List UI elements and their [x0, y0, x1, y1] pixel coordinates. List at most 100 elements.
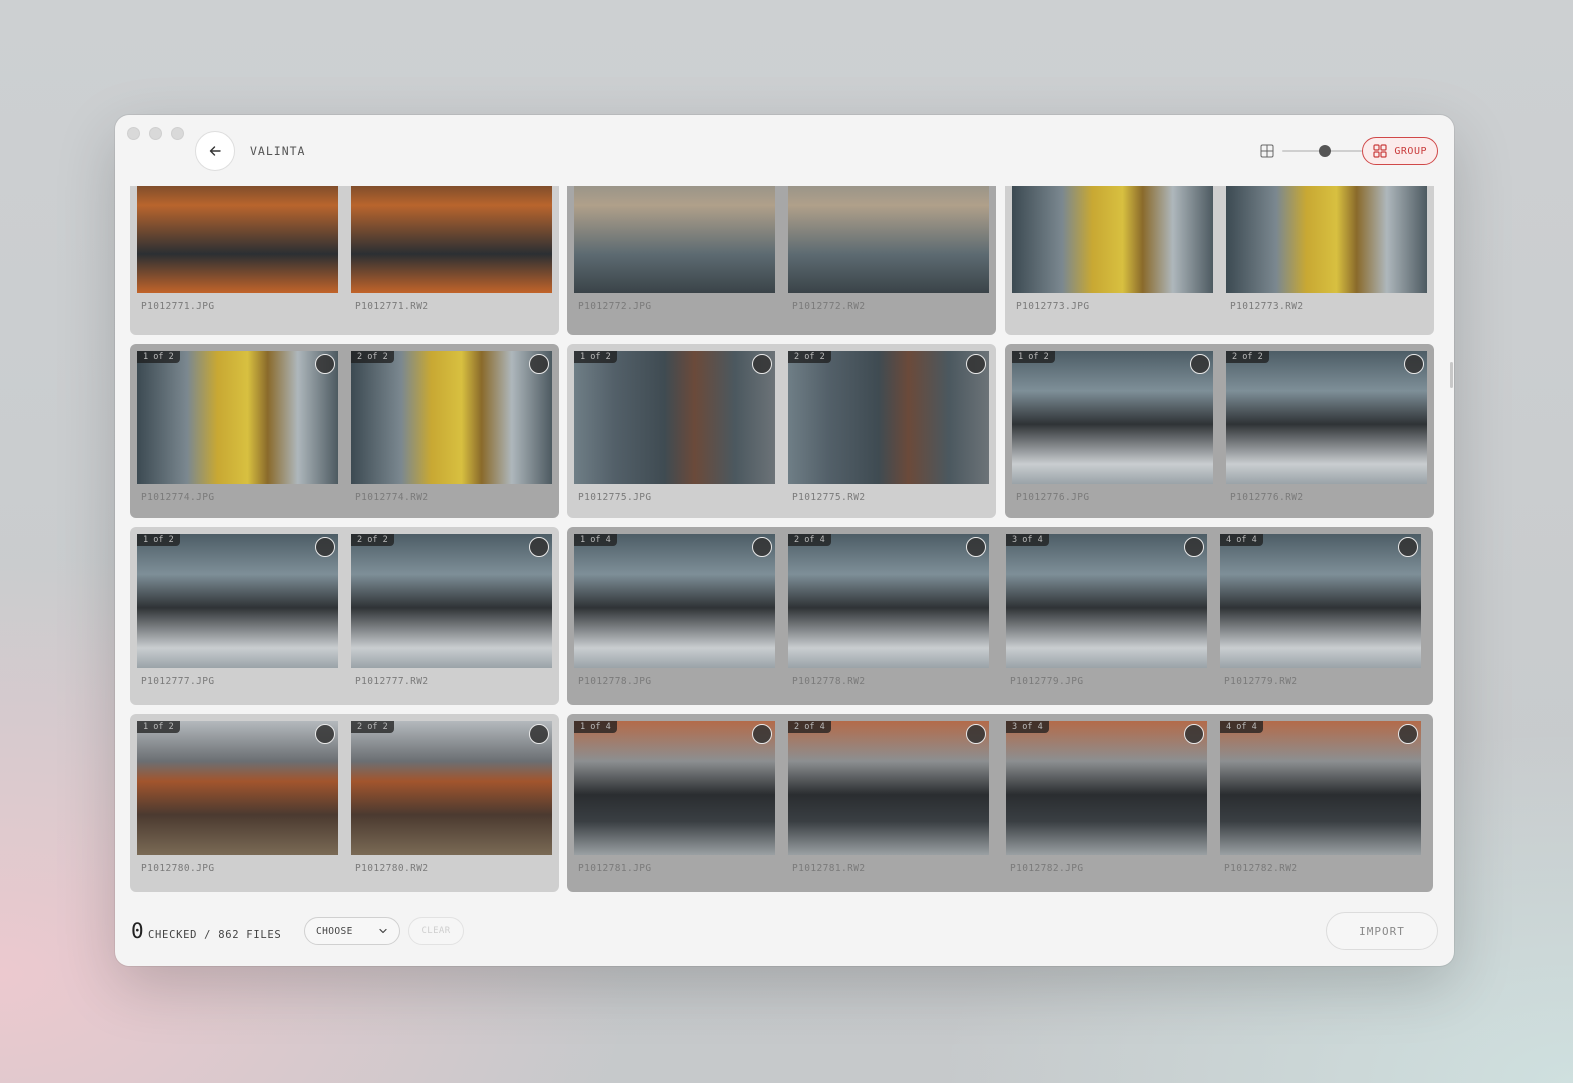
photo-filename: P1012773.JPG	[1016, 301, 1090, 312]
photo-thumbnail[interactable]	[1226, 186, 1427, 293]
photo-thumbnail[interactable]	[788, 186, 989, 293]
photo-thumbnail[interactable]: 1 of 2	[137, 534, 338, 668]
app-window: VALINTA GROUP P1012771.JPG P1012771.RW2 P1…	[115, 115, 1454, 966]
photo-thumbnail[interactable]: 1 of 2	[137, 721, 338, 855]
photo-index-badge: 1 of 2	[1012, 351, 1055, 363]
photo-index-badge: 2 of 2	[1226, 351, 1269, 363]
app-title: VALINTA	[250, 144, 306, 158]
photo-thumbnail[interactable]: 3 of 4	[1006, 534, 1207, 668]
photo-filename: P1012779.RW2	[1224, 676, 1298, 687]
import-button[interactable]: IMPORT	[1326, 912, 1438, 950]
photo-checkbox[interactable]	[752, 537, 772, 557]
close-window-button[interactable]	[127, 127, 140, 140]
photo-index-badge: 2 of 2	[351, 534, 394, 546]
photo-group[interactable]: 1 of 2 P1012775.JPG 2 of 2 P1012775.RW2	[567, 344, 996, 518]
photo-filename: P1012774.JPG	[141, 492, 215, 503]
group-button[interactable]: GROUP	[1362, 137, 1438, 165]
photo-filename: P1012775.RW2	[792, 492, 866, 503]
photo-checkbox[interactable]	[966, 354, 986, 374]
photo-checkbox[interactable]	[529, 724, 549, 744]
photo-thumbnail[interactable]: 2 of 2	[351, 351, 552, 484]
photo-filename: P1012777.RW2	[355, 676, 429, 687]
photo-checkbox[interactable]	[1398, 724, 1418, 744]
photo-thumbnail[interactable]: 2 of 2	[788, 351, 989, 484]
photo-checkbox[interactable]	[966, 537, 986, 557]
photo-group[interactable]: 1 of 2 P1012776.JPG 2 of 2 P1012776.RW2	[1005, 344, 1434, 518]
photo-thumbnail[interactable]	[351, 186, 552, 293]
zoom-slider[interactable]	[1282, 143, 1363, 159]
photo-thumbnail[interactable]: 1 of 2	[137, 351, 338, 484]
photo-checkbox[interactable]	[315, 724, 335, 744]
photo-group[interactable]: P1012771.JPG P1012771.RW2	[130, 186, 559, 335]
photo-filename: P1012780.JPG	[141, 863, 215, 874]
photo-checkbox[interactable]	[315, 537, 335, 557]
photo-index-badge: 4 of 4	[1220, 534, 1263, 546]
group-button-label: GROUP	[1394, 145, 1427, 157]
toolbar: GROUP	[1260, 137, 1438, 165]
photo-index-badge: 3 of 4	[1006, 721, 1049, 733]
photo-group[interactable]: 1 of 2 P1012780.JPG 2 of 2 P1012780.RW2	[130, 714, 559, 892]
photo-thumbnail[interactable]	[1012, 186, 1213, 293]
scrollbar[interactable]	[1450, 362, 1453, 388]
photo-thumbnail[interactable]: 2 of 4	[788, 534, 989, 668]
photo-filename: P1012782.RW2	[1224, 863, 1298, 874]
photo-checkbox[interactable]	[1190, 354, 1210, 374]
photo-checkbox[interactable]	[1184, 537, 1204, 557]
photo-index-badge: 1 of 2	[137, 534, 180, 546]
photo-thumbnail[interactable]: 1 of 4	[574, 721, 775, 855]
photo-filename: P1012781.JPG	[578, 863, 652, 874]
photo-group[interactable]: P1012772.JPG P1012772.RW2	[567, 186, 996, 335]
minimize-window-button[interactable]	[149, 127, 162, 140]
footer: 0 CHECKED / 862 FILES CHOOSE CLEAR IMPOR…	[115, 897, 1454, 966]
photo-checkbox[interactable]	[1184, 724, 1204, 744]
photo-group[interactable]: 1 of 2 P1012774.JPG 2 of 2 P1012774.RW2	[130, 344, 559, 518]
zoom-window-button[interactable]	[171, 127, 184, 140]
photo-thumbnail[interactable]: 1 of 2	[1012, 351, 1213, 484]
photo-thumbnail[interactable]: 2 of 4	[788, 721, 989, 855]
photo-thumbnail[interactable]: 4 of 4	[1220, 534, 1421, 668]
photo-group[interactable]: P1012773.JPG P1012773.RW2	[1005, 186, 1434, 335]
photo-thumbnail[interactable]	[137, 186, 338, 293]
photo-index-badge: 3 of 4	[1006, 534, 1049, 546]
photo-checkbox[interactable]	[529, 354, 549, 374]
photo-checkbox[interactable]	[752, 724, 772, 744]
window-controls	[127, 127, 184, 140]
back-button[interactable]	[195, 131, 235, 171]
choose-dropdown[interactable]: CHOOSE	[304, 917, 400, 945]
photo-group[interactable]: 1 of 2 P1012777.JPG 2 of 2 P1012777.RW2	[130, 527, 559, 705]
photo-thumbnail[interactable]: 1 of 2	[574, 351, 775, 484]
photo-grid: P1012771.JPG P1012771.RW2 P1012772.JPG P101…	[115, 186, 1454, 897]
photo-group[interactable]: 1 of 4 P1012781.JPG 2 of 4 P1012781.RW2 3 of…	[567, 714, 1433, 892]
photo-index-badge: 2 of 2	[351, 721, 394, 733]
photo-thumbnail[interactable]: 2 of 2	[1226, 351, 1427, 484]
photo-index-badge: 2 of 2	[351, 351, 394, 363]
photo-checkbox[interactable]	[315, 354, 335, 374]
photo-index-badge: 2 of 4	[788, 534, 831, 546]
arrow-left-icon	[209, 146, 221, 156]
photo-thumbnail[interactable]	[574, 186, 775, 293]
checked-label: CHECKED / 862 FILES	[148, 929, 282, 941]
photo-thumbnail[interactable]: 2 of 2	[351, 721, 552, 855]
photo-filename: P1012772.JPG	[578, 301, 652, 312]
photo-group[interactable]: 1 of 4 P1012778.JPG 2 of 4 P1012778.RW2 3 of…	[567, 527, 1433, 705]
photo-filename: P1012774.RW2	[355, 492, 429, 503]
photo-index-badge: 1 of 2	[137, 721, 180, 733]
photo-filename: P1012772.RW2	[792, 301, 866, 312]
photo-index-badge: 2 of 4	[788, 721, 831, 733]
photo-index-badge: 1 of 4	[574, 721, 617, 733]
photo-thumbnail[interactable]: 4 of 4	[1220, 721, 1421, 855]
photo-checkbox[interactable]	[1404, 354, 1424, 374]
photo-thumbnail[interactable]: 1 of 4	[574, 534, 775, 668]
grid-icon[interactable]	[1260, 144, 1274, 158]
photo-thumbnail[interactable]: 2 of 2	[351, 534, 552, 668]
photo-thumbnail[interactable]: 3 of 4	[1006, 721, 1207, 855]
photo-filename: P1012771.RW2	[355, 301, 429, 312]
photo-checkbox[interactable]	[752, 354, 772, 374]
zoom-slider-thumb[interactable]	[1319, 145, 1332, 157]
photo-checkbox[interactable]	[966, 724, 986, 744]
photo-checkbox[interactable]	[529, 537, 549, 557]
photo-filename: P1012776.RW2	[1230, 492, 1304, 503]
chevron-down-icon	[379, 928, 387, 934]
clear-button[interactable]: CLEAR	[408, 917, 464, 945]
photo-checkbox[interactable]	[1398, 537, 1418, 557]
